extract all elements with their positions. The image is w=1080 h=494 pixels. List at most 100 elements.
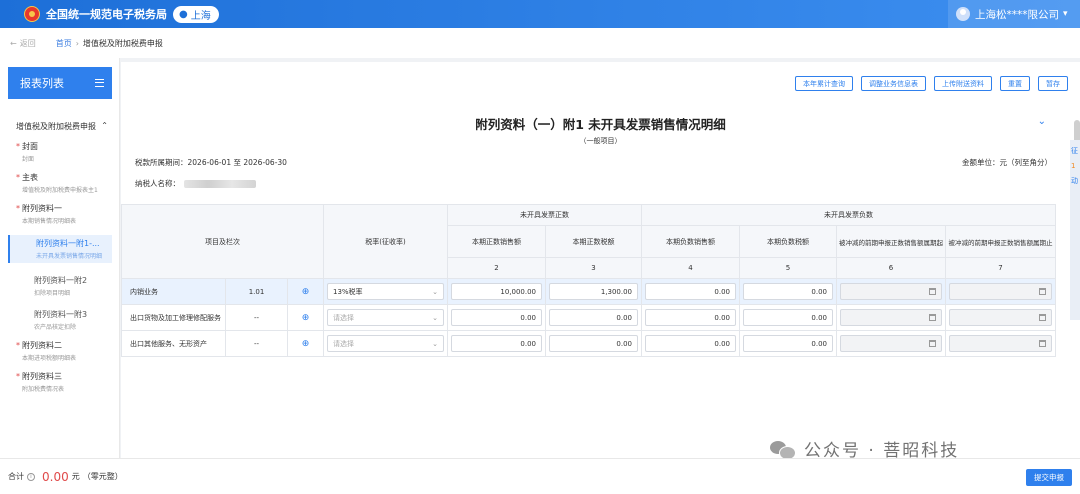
info-icon[interactable]: i	[27, 472, 35, 481]
upload-attachments-button[interactable]: 上传附送资料	[934, 76, 992, 91]
sidebar-item-schedule-3[interactable]: 附列资料三 附加税费情况表	[16, 371, 119, 393]
chevron-right-icon: ›	[75, 38, 79, 48]
row-name: 出口其他服务、无形资产	[121, 330, 226, 357]
header-rate: 税率(征收率)	[323, 204, 448, 279]
sidebar-group[interactable]: 增值税及附加税费申报 ⌃	[16, 121, 108, 132]
breadcrumb-home[interactable]: 首页	[56, 38, 72, 49]
region-switcher[interactable]: ● 上海	[173, 5, 219, 23]
negative-sales-input[interactable]: 0.00	[645, 309, 736, 326]
adjust-business-info-button[interactable]: 调整业务信息表	[861, 76, 926, 91]
back-button[interactable]: ← 返回	[10, 38, 36, 49]
form-subtitle: （一般项目）	[579, 137, 622, 145]
sidebar-item-sub: 本期销售情况明细表	[22, 218, 77, 225]
header-col-6: 被冲减的前期申报正数销售额属期起	[836, 225, 946, 258]
negative-tax-input[interactable]: 0.00	[743, 335, 833, 352]
sidebar-item-label: 附列资料一	[16, 203, 119, 214]
table-row: 内销业务 1.01 ⊕ 13%税率 ⌄ 10,000.00 1,300.00 0.…	[121, 278, 1056, 305]
add-row-icon[interactable]: ⊕	[287, 278, 324, 305]
total-label: 合计	[8, 472, 24, 481]
right-edge-panel[interactable]: 征 1 动	[1070, 140, 1080, 320]
edge-badge: 1	[1071, 162, 1076, 170]
breadcrumb: 首页 › 增值税及附加税费申报	[56, 38, 163, 49]
positive-sales-input[interactable]: 0.00	[451, 335, 542, 352]
sidebar-item-schedule-2[interactable]: 附列资料二 本期进项税额明细表	[16, 340, 119, 362]
form-title: 附列资料（一）附1 未开具发票销售情况明细	[475, 117, 726, 132]
header-item: 项目及栏次	[121, 204, 324, 279]
negative-tax-input[interactable]: 0.00	[743, 309, 833, 326]
table-row: 出口货物及加工修理修配服务 -- ⊕ 请选择 ⌄ 0.00 0.00 0.00 0…	[121, 304, 1056, 331]
total-summary: 合计 i 0.00 元 （零元整）	[8, 470, 123, 484]
calendar-icon	[1039, 288, 1046, 295]
period-end-date-picker[interactable]	[949, 283, 1052, 300]
sidebar-subitem-label: 附列资料一附2	[34, 276, 88, 285]
col-number: 3	[545, 257, 642, 279]
add-row-icon[interactable]: ⊕	[287, 330, 324, 357]
sidebar-item-schedule-1[interactable]: 附列资料一 本期销售情况明细表	[16, 203, 119, 225]
calendar-icon	[1039, 314, 1046, 321]
wechat-icon	[770, 439, 796, 460]
rate-select[interactable]: 请选择 ⌄	[327, 335, 444, 352]
submit-declaration-button[interactable]: 提交申报	[1026, 469, 1072, 486]
col-number: 6	[836, 257, 946, 279]
col-number: 4	[641, 257, 740, 279]
sidebar-item-cover[interactable]: 封面 封面	[16, 141, 119, 163]
sidebar-subitem-schedule-1-3[interactable]: 附列资料一附3 农产品核定扣除	[34, 309, 119, 331]
tax-period: 税款所属期间：2026-06-01 至 2026-06-30	[135, 158, 287, 167]
sidebar-subitem-label: 附列资料一附3	[34, 310, 88, 319]
positive-tax-input[interactable]: 0.00	[549, 309, 638, 326]
row-code: --	[225, 330, 288, 357]
sidebar-item-sub: 封面	[22, 156, 35, 163]
rate-select[interactable]: 13%税率 ⌄	[327, 283, 444, 300]
sidebar-subitem-sub: 扣除项目明细	[34, 290, 71, 297]
sidebar-item-label: 附列资料三	[16, 371, 119, 382]
negative-tax-input[interactable]: 0.00	[743, 283, 833, 300]
header-negative: 未开具发票负数	[641, 204, 1056, 226]
period-start-date-picker[interactable]	[840, 309, 942, 326]
sidebar-item-label: 主表	[16, 172, 119, 183]
positive-sales-input[interactable]: 10,000.00	[451, 283, 542, 300]
chevron-down-icon: ▾	[1063, 9, 1068, 19]
negative-sales-input[interactable]: 0.00	[645, 283, 736, 300]
total-amount-words: （零元整）	[82, 472, 123, 481]
annual-query-button[interactable]: 本年累计查询	[795, 76, 853, 91]
col-number: 7	[945, 257, 1056, 279]
top-bar: 全国统一规范电子税务局 ● 上海 上海松****限公司 ▾	[0, 0, 1080, 28]
rate-placeholder: 请选择	[333, 339, 354, 348]
taxpayer-name-label: 纳税人名称：	[135, 179, 180, 188]
user-name: 上海松****限公司	[975, 8, 1059, 21]
sidebar-subitem-schedule-1-1[interactable]: 附列资料一附1-... 未开具发票销售情况明细	[8, 235, 112, 263]
taxpayer-name: 纳税人名称：	[135, 178, 256, 189]
sales-detail-table: 项目及栏次 税率(征收率) 未开具发票正数 未开具发票负数 本期正数销售额 本期…	[121, 204, 1056, 357]
total-amount: 0.00	[42, 469, 69, 484]
rate-select[interactable]: 请选择 ⌄	[327, 309, 444, 326]
period-end-date-picker[interactable]	[949, 309, 1052, 326]
rate-value: 13%税率	[333, 287, 363, 296]
sidebar-subitem-label: 附列资料一附1-...	[36, 239, 100, 248]
avatar-icon	[956, 7, 970, 21]
user-menu[interactable]: 上海松****限公司 ▾	[948, 0, 1080, 28]
sidebar-item-label: 封面	[16, 141, 119, 152]
positive-sales-input[interactable]: 0.00	[451, 309, 542, 326]
add-row-icon[interactable]: ⊕	[287, 304, 324, 331]
positive-tax-input[interactable]: 0.00	[549, 335, 638, 352]
row-name: 出口货物及加工修理修配服务	[121, 304, 226, 331]
sidebar-subitem-sub: 农产品核定扣除	[34, 324, 77, 331]
period-start-date-picker[interactable]	[840, 335, 942, 352]
row-code: --	[225, 304, 288, 331]
header-col-2: 本期正数销售额	[447, 225, 546, 258]
sidebar-item-main-form[interactable]: 主表 增值税及附加税费申报表主1	[16, 172, 119, 194]
menu-icon[interactable]	[95, 79, 104, 87]
reset-button[interactable]: 重置	[1000, 76, 1030, 91]
period-start-date-picker[interactable]	[840, 283, 942, 300]
negative-sales-input[interactable]: 0.00	[645, 335, 736, 352]
positive-tax-input[interactable]: 1,300.00	[549, 283, 638, 300]
sidebar-item-sub: 本期进项税额明细表	[22, 355, 77, 362]
sidebar-group-label: 增值税及附加税费申报	[16, 122, 96, 131]
region-label: 上海	[190, 10, 211, 22]
period-end-date-picker[interactable]	[949, 335, 1052, 352]
amount-unit: 金额单位：元（列至角分）	[962, 158, 1052, 167]
save-draft-button[interactable]: 暂存	[1038, 76, 1068, 91]
breadcrumb-current: 增值税及附加税费申报	[82, 38, 163, 48]
sidebar-subitem-schedule-1-2[interactable]: 附列资料一附2 扣除项目明细	[34, 275, 119, 297]
chevron-down-icon[interactable]: ⌄	[1038, 116, 1046, 127]
